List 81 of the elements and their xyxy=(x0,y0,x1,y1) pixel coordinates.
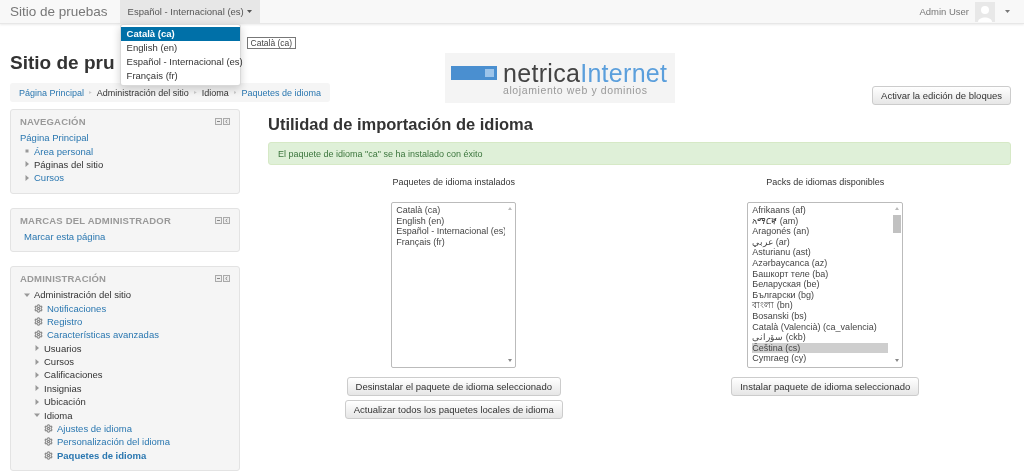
bullet-icon xyxy=(24,148,30,155)
block-title: NAVEGACIÓN xyxy=(20,116,86,127)
minus-icon[interactable] xyxy=(215,118,222,125)
list-option[interactable]: Català (Valencià) (ca_valencia) xyxy=(752,321,889,333)
list-option[interactable]: বাংলা (bn) xyxy=(752,300,889,311)
tree-link[interactable]: Características avanzadas xyxy=(47,329,159,341)
language-menu-button[interactable]: Español - Internacional (es) xyxy=(119,0,260,23)
edit-blocks-button[interactable]: Activar la edición de bloques xyxy=(872,86,1011,105)
logo-tagline: alojamiento web y dominios xyxy=(503,84,649,96)
list-option[interactable]: Bosanski (bs) xyxy=(752,310,889,322)
tree-link[interactable]: Ajustes de idioma xyxy=(57,423,132,435)
breadcrumb-link[interactable]: Administración del sitio xyxy=(96,87,189,98)
list-option[interactable]: Čeština (cs) xyxy=(752,342,889,354)
logo-mark-icon xyxy=(451,64,499,82)
block-title: ADMINISTRACIÓN xyxy=(20,272,107,284)
list-option[interactable]: Башкорт теле (ba) xyxy=(752,268,889,280)
list-option[interactable]: Cymraeg (cy) xyxy=(752,353,889,364)
language-option[interactable]: English (en) xyxy=(120,41,240,55)
list-option[interactable]: Français (fr) xyxy=(396,236,502,248)
main-title: Utilidad de importación de idioma xyxy=(268,115,534,134)
gear-icon xyxy=(34,316,43,326)
list-option[interactable]: Català (ca) xyxy=(396,205,502,216)
tree-item[interactable]: Cursos xyxy=(44,356,75,368)
success-alert: El paquete de idioma "ca" se ha instalado con éxito xyxy=(268,142,1011,165)
tree-item[interactable]: Calificaciones xyxy=(44,369,103,381)
dock-icon[interactable] xyxy=(223,216,230,224)
list-option[interactable]: አማርኛ (am) xyxy=(752,215,889,227)
block-title: MARCAS DEL ADMINISTRADOR xyxy=(20,214,171,226)
language-list[interactable] xyxy=(747,202,904,368)
language-option[interactable]: Català (ca) xyxy=(120,27,240,41)
language-option[interactable]: Español - Internacional (es) xyxy=(120,55,240,69)
block-link[interactable]: Marcar esta página xyxy=(24,230,106,242)
nav-link[interactable]: Área personal xyxy=(34,145,94,157)
gear-icon xyxy=(44,450,53,460)
action-button[interactable]: Desinstalar el paquete de idioma seleccionado xyxy=(346,377,561,396)
tree-item[interactable]: Ubicación xyxy=(44,396,86,408)
minus-icon[interactable] xyxy=(215,216,222,224)
tree-item[interactable]: Insignias xyxy=(44,382,82,394)
action-button[interactable]: Instalar paquete de idioma seleccionado xyxy=(731,377,920,396)
tree-item[interactable]: Administración del sitio xyxy=(34,289,132,301)
list-option[interactable]: English (en) xyxy=(396,215,502,227)
dock-icon[interactable] xyxy=(223,274,230,282)
tree-link[interactable]: Personalización del idioma xyxy=(57,436,170,448)
dock-icon[interactable] xyxy=(223,118,230,125)
minus-icon[interactable] xyxy=(215,274,222,282)
logo-name: netricaInternet xyxy=(503,60,668,86)
breadcrumb-link[interactable]: Página Principal xyxy=(19,87,85,98)
tree-link[interactable]: Notificaciones xyxy=(47,302,107,314)
nav-link[interactable]: Página Principal xyxy=(20,132,89,144)
list-option[interactable]: سۆرانی (ckb) xyxy=(752,332,889,343)
breadcrumb-link[interactable]: Idioma xyxy=(201,87,229,98)
list-option[interactable]: Беларуская (be) xyxy=(752,279,889,290)
column-heading: Paquetes de idioma instalados xyxy=(392,177,516,187)
gear-icon xyxy=(34,330,43,340)
caret-icon[interactable] xyxy=(1005,10,1010,13)
language-list[interactable]: Català (ca) English (en) Español - Internacional (es) Français (fr) xyxy=(391,202,517,368)
tree-link[interactable]: Paquetes de idioma xyxy=(57,449,147,461)
tree-item[interactable]: Usuarios xyxy=(44,342,82,354)
gear-icon xyxy=(44,437,53,447)
column-heading: Packs de idiomas disponibles xyxy=(766,177,885,187)
page-heading: Sitio de pru xyxy=(10,52,115,74)
list-option[interactable]: Aragonés (an) xyxy=(752,226,889,237)
caret-icon xyxy=(246,10,252,13)
language-option[interactable]: Français (fr) xyxy=(120,69,240,83)
list-option[interactable]: Български (bg) xyxy=(752,289,889,301)
tree-link[interactable]: Registro xyxy=(47,315,83,327)
nav-item[interactable]: Páginas del sitio xyxy=(34,158,104,170)
nav-link[interactable]: Cursos xyxy=(34,172,65,184)
tooltip: Català (ca) xyxy=(246,37,297,49)
list-option[interactable]: Azərbaycanca (az) xyxy=(752,257,889,269)
action-button[interactable]: Actualizar todos los paquetes locales de idioma xyxy=(344,400,563,419)
gear-icon xyxy=(44,424,53,434)
list-option[interactable]: عربي (ar) xyxy=(752,236,889,248)
list-option[interactable]: Afrikaans (af) xyxy=(752,205,889,216)
breadcrumb-link[interactable]: Paquetes de idioma xyxy=(241,87,321,98)
user-name[interactable]: Admin User xyxy=(919,6,969,17)
list-option[interactable]: Asturianu (ast) xyxy=(752,247,889,258)
avatar-icon[interactable] xyxy=(975,1,995,22)
tree-item[interactable]: Idioma xyxy=(44,409,73,421)
gear-icon xyxy=(34,303,43,313)
site-brand[interactable]: Sitio de pruebas xyxy=(0,0,120,23)
